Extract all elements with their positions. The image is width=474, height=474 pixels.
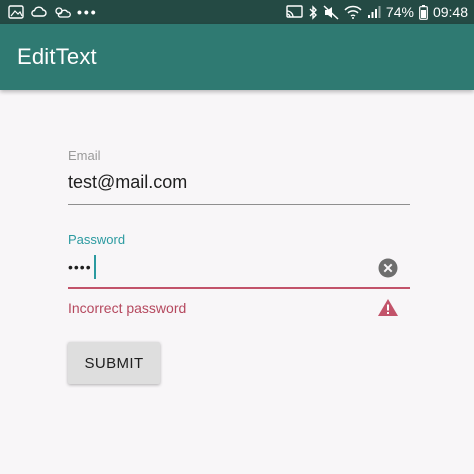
text-cursor bbox=[93, 255, 96, 279]
screen: ••• 74% 09:48 EditText Email test@mail.c… bbox=[0, 0, 474, 474]
status-bar: ••• 74% 09:48 bbox=[0, 0, 474, 24]
wifi-icon bbox=[344, 0, 362, 24]
gallery-icon bbox=[8, 0, 24, 24]
cast-icon bbox=[286, 0, 303, 24]
password-field[interactable]: •••• bbox=[68, 253, 368, 281]
mute-icon bbox=[323, 0, 339, 24]
battery-icon bbox=[419, 0, 428, 24]
password-masked-text: •••• bbox=[68, 259, 92, 275]
submit-button[interactable]: SUBMIT bbox=[68, 342, 160, 384]
bluetooth-icon bbox=[308, 0, 318, 24]
clear-text-button[interactable] bbox=[377, 257, 399, 279]
status-bar-left: ••• bbox=[8, 0, 98, 24]
more-notifications-indicator: ••• bbox=[77, 4, 98, 20]
clock: 09:48 bbox=[432, 4, 468, 20]
app-bar: EditText bbox=[0, 24, 474, 90]
signal-icon bbox=[367, 0, 381, 24]
cloud-sync-icon bbox=[30, 0, 47, 24]
email-underline bbox=[68, 204, 410, 205]
clear-icon bbox=[378, 258, 398, 278]
warning-icon bbox=[377, 297, 399, 317]
battery-percentage: 74% bbox=[385, 4, 414, 20]
email-field[interactable]: test@mail.com bbox=[68, 168, 410, 196]
password-underline bbox=[68, 287, 410, 289]
app-title: EditText bbox=[17, 44, 97, 69]
password-label: Password bbox=[68, 232, 126, 247]
password-error-message: Incorrect password bbox=[68, 300, 187, 316]
status-bar-right: 74% 09:48 bbox=[286, 0, 468, 24]
email-label: Email bbox=[68, 148, 101, 163]
weather-icon bbox=[53, 0, 71, 24]
